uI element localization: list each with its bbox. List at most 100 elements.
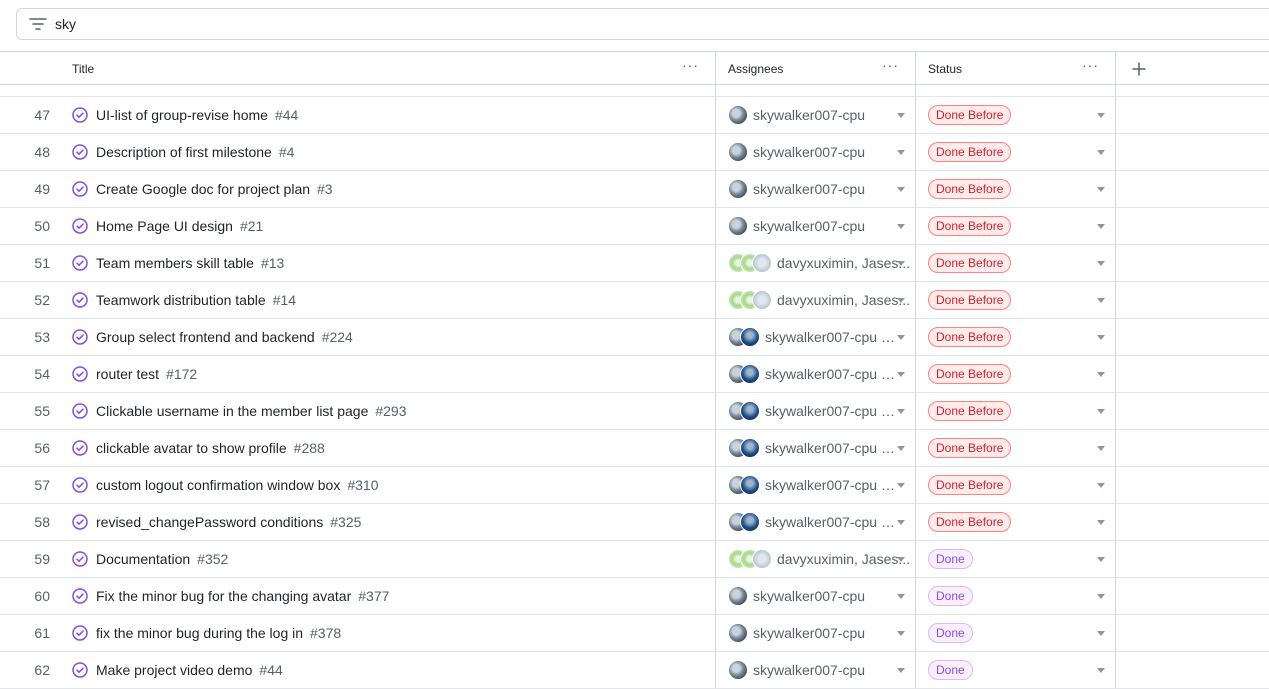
chevron-down-icon[interactable]: [1097, 224, 1105, 229]
chevron-down-icon[interactable]: [897, 335, 905, 340]
chevron-down-icon[interactable]: [897, 668, 905, 673]
chevron-down-icon[interactable]: [897, 557, 905, 562]
status-cell[interactable]: Done Before: [916, 171, 1116, 207]
status-cell[interactable]: Done Before: [916, 504, 1116, 540]
issue-title-link[interactable]: Create Google doc for project plan: [96, 181, 310, 197]
assignees-cell[interactable]: skywalker007-cpu: [716, 134, 916, 170]
title-cell[interactable]: Home Page UI design #21: [62, 208, 716, 244]
status-cell[interactable]: Done Before: [916, 430, 1116, 466]
chevron-down-icon[interactable]: [1097, 261, 1105, 266]
chevron-down-icon[interactable]: [1097, 557, 1105, 562]
chevron-down-icon[interactable]: [1097, 520, 1105, 525]
issue-title-link[interactable]: Teamwork distribution table: [96, 292, 266, 308]
chevron-down-icon[interactable]: [897, 224, 905, 229]
assignees-cell[interactable]: skywalker007-cpu a...: [716, 504, 916, 540]
status-cell[interactable]: Done Before: [916, 467, 1116, 503]
filter-input[interactable]: sky: [16, 8, 1269, 40]
status-cell[interactable]: Done Before: [916, 319, 1116, 355]
table-row[interactable]: 49 Create Google doc for project plan #3…: [0, 171, 1269, 208]
title-cell[interactable]: UI-list of group-revise home #44: [62, 97, 716, 133]
table-row[interactable]: 59 Documentation #352 davyxuximin, Jases…: [0, 541, 1269, 578]
status-cell[interactable]: Done Before: [916, 393, 1116, 429]
title-cell[interactable]: Documentation #352: [62, 541, 716, 577]
title-cell[interactable]: Create Google doc for project plan #3: [62, 171, 716, 207]
issue-title-link[interactable]: Documentation: [96, 551, 190, 567]
status-cell[interactable]: Done: [916, 578, 1116, 614]
issue-title-link[interactable]: custom logout confirmation window box: [96, 477, 340, 493]
chevron-down-icon[interactable]: [897, 187, 905, 192]
table-row[interactable]: 51 Team members skill table #13 davyxuxi…: [0, 245, 1269, 282]
title-cell[interactable]: Team members skill table #13: [62, 245, 716, 281]
chevron-down-icon[interactable]: [1097, 409, 1105, 414]
issue-title-link[interactable]: Clickable username in the member list pa…: [96, 403, 368, 419]
chevron-down-icon[interactable]: [897, 372, 905, 377]
chevron-down-icon[interactable]: [1097, 483, 1105, 488]
chevron-down-icon[interactable]: [1097, 187, 1105, 192]
chevron-down-icon[interactable]: [897, 594, 905, 599]
assignees-cell[interactable]: skywalker007-cpu a...: [716, 319, 916, 355]
issue-title-link[interactable]: Team members skill table: [96, 255, 254, 271]
status-cell[interactable]: Done Before: [916, 208, 1116, 244]
assignees-cell[interactable]: skywalker007-cpu a...: [716, 356, 916, 392]
title-cell[interactable]: clickable avatar to show profile #288: [62, 430, 716, 466]
chevron-down-icon[interactable]: [897, 631, 905, 636]
table-row[interactable]: 47 UI-list of group-revise home #44 skyw…: [0, 97, 1269, 134]
chevron-down-icon[interactable]: [1097, 335, 1105, 340]
table-row[interactable]: 56 clickable avatar to show profile #288…: [0, 430, 1269, 467]
assignees-cell[interactable]: skywalker007-cpu a...: [716, 430, 916, 466]
chevron-down-icon[interactable]: [897, 113, 905, 118]
chevron-down-icon[interactable]: [897, 298, 905, 303]
table-row[interactable]: 61 fix the minor bug during the log in #…: [0, 615, 1269, 652]
table-row[interactable]: 52 Teamwork distribution table #14 davyx…: [0, 282, 1269, 319]
chevron-down-icon[interactable]: [897, 150, 905, 155]
assignees-cell[interactable]: skywalker007-cpu: [716, 615, 916, 651]
title-cell[interactable]: Clickable username in the member list pa…: [62, 393, 716, 429]
issue-title-link[interactable]: UI-list of group-revise home: [96, 107, 268, 123]
table-row[interactable]: 60 Fix the minor bug for the changing av…: [0, 578, 1269, 615]
assignees-cell[interactable]: skywalker007-cpu: [716, 578, 916, 614]
chevron-down-icon[interactable]: [1097, 150, 1105, 155]
chevron-down-icon[interactable]: [1097, 372, 1105, 377]
title-cell[interactable]: Fix the minor bug for the changing avata…: [62, 578, 716, 614]
chevron-down-icon[interactable]: [897, 483, 905, 488]
chevron-down-icon[interactable]: [897, 261, 905, 266]
title-cell[interactable]: Description of first milestone #4: [62, 134, 716, 170]
column-header-status[interactable]: Status ···: [916, 52, 1116, 85]
title-cell[interactable]: Group select frontend and backend #224: [62, 319, 716, 355]
chevron-down-icon[interactable]: [1097, 113, 1105, 118]
table-row[interactable]: 50 Home Page UI design #21 skywalker007-…: [0, 208, 1269, 245]
issue-title-link[interactable]: Home Page UI design: [96, 218, 233, 234]
table-row[interactable]: 54 router test #172 skywalker007-cpu a..…: [0, 356, 1269, 393]
column-options-icon[interactable]: ···: [882, 58, 899, 72]
assignees-cell[interactable]: skywalker007-cpu: [716, 652, 916, 688]
chevron-down-icon[interactable]: [1097, 668, 1105, 673]
status-cell[interactable]: Done Before: [916, 134, 1116, 170]
title-cell[interactable]: custom logout confirmation window box #3…: [62, 467, 716, 503]
table-row[interactable]: 58 revised_changePassword conditions #32…: [0, 504, 1269, 541]
title-cell[interactable]: Teamwork distribution table #14: [62, 282, 716, 318]
table-row[interactable]: 62 Make project video demo #44 skywalker…: [0, 652, 1269, 689]
issue-title-link[interactable]: clickable avatar to show profile: [96, 440, 287, 456]
assignees-cell[interactable]: skywalker007-cpu a...: [716, 393, 916, 429]
table-row[interactable]: 53 Group select frontend and backend #22…: [0, 319, 1269, 356]
column-options-icon[interactable]: ···: [1082, 58, 1099, 72]
issue-title-link[interactable]: Make project video demo: [96, 662, 252, 678]
chevron-down-icon[interactable]: [1097, 594, 1105, 599]
title-cell[interactable]: Make project video demo #44: [62, 652, 716, 688]
column-header-assignees[interactable]: Assignees ···: [716, 52, 916, 85]
table-row[interactable]: 55 Clickable username in the member list…: [0, 393, 1269, 430]
issue-title-link[interactable]: Group select frontend and backend: [96, 329, 315, 345]
status-cell[interactable]: Done: [916, 541, 1116, 577]
column-options-icon[interactable]: ···: [682, 58, 699, 72]
assignees-cell[interactable]: skywalker007-cpu: [716, 97, 916, 133]
status-cell[interactable]: Done: [916, 615, 1116, 651]
title-cell[interactable]: revised_changePassword conditions #325: [62, 504, 716, 540]
status-cell[interactable]: Done Before: [916, 356, 1116, 392]
assignees-cell[interactable]: skywalker007-cpu: [716, 171, 916, 207]
status-cell[interactable]: Done Before: [916, 282, 1116, 318]
issue-title-link[interactable]: Fix the minor bug for the changing avata…: [96, 588, 351, 604]
table-row[interactable]: 57 custom logout confirmation window box…: [0, 467, 1269, 504]
issue-title-link[interactable]: fix the minor bug during the log in: [96, 625, 303, 641]
add-column-button[interactable]: [1116, 52, 1269, 85]
column-header-title[interactable]: Title ···: [62, 52, 716, 85]
